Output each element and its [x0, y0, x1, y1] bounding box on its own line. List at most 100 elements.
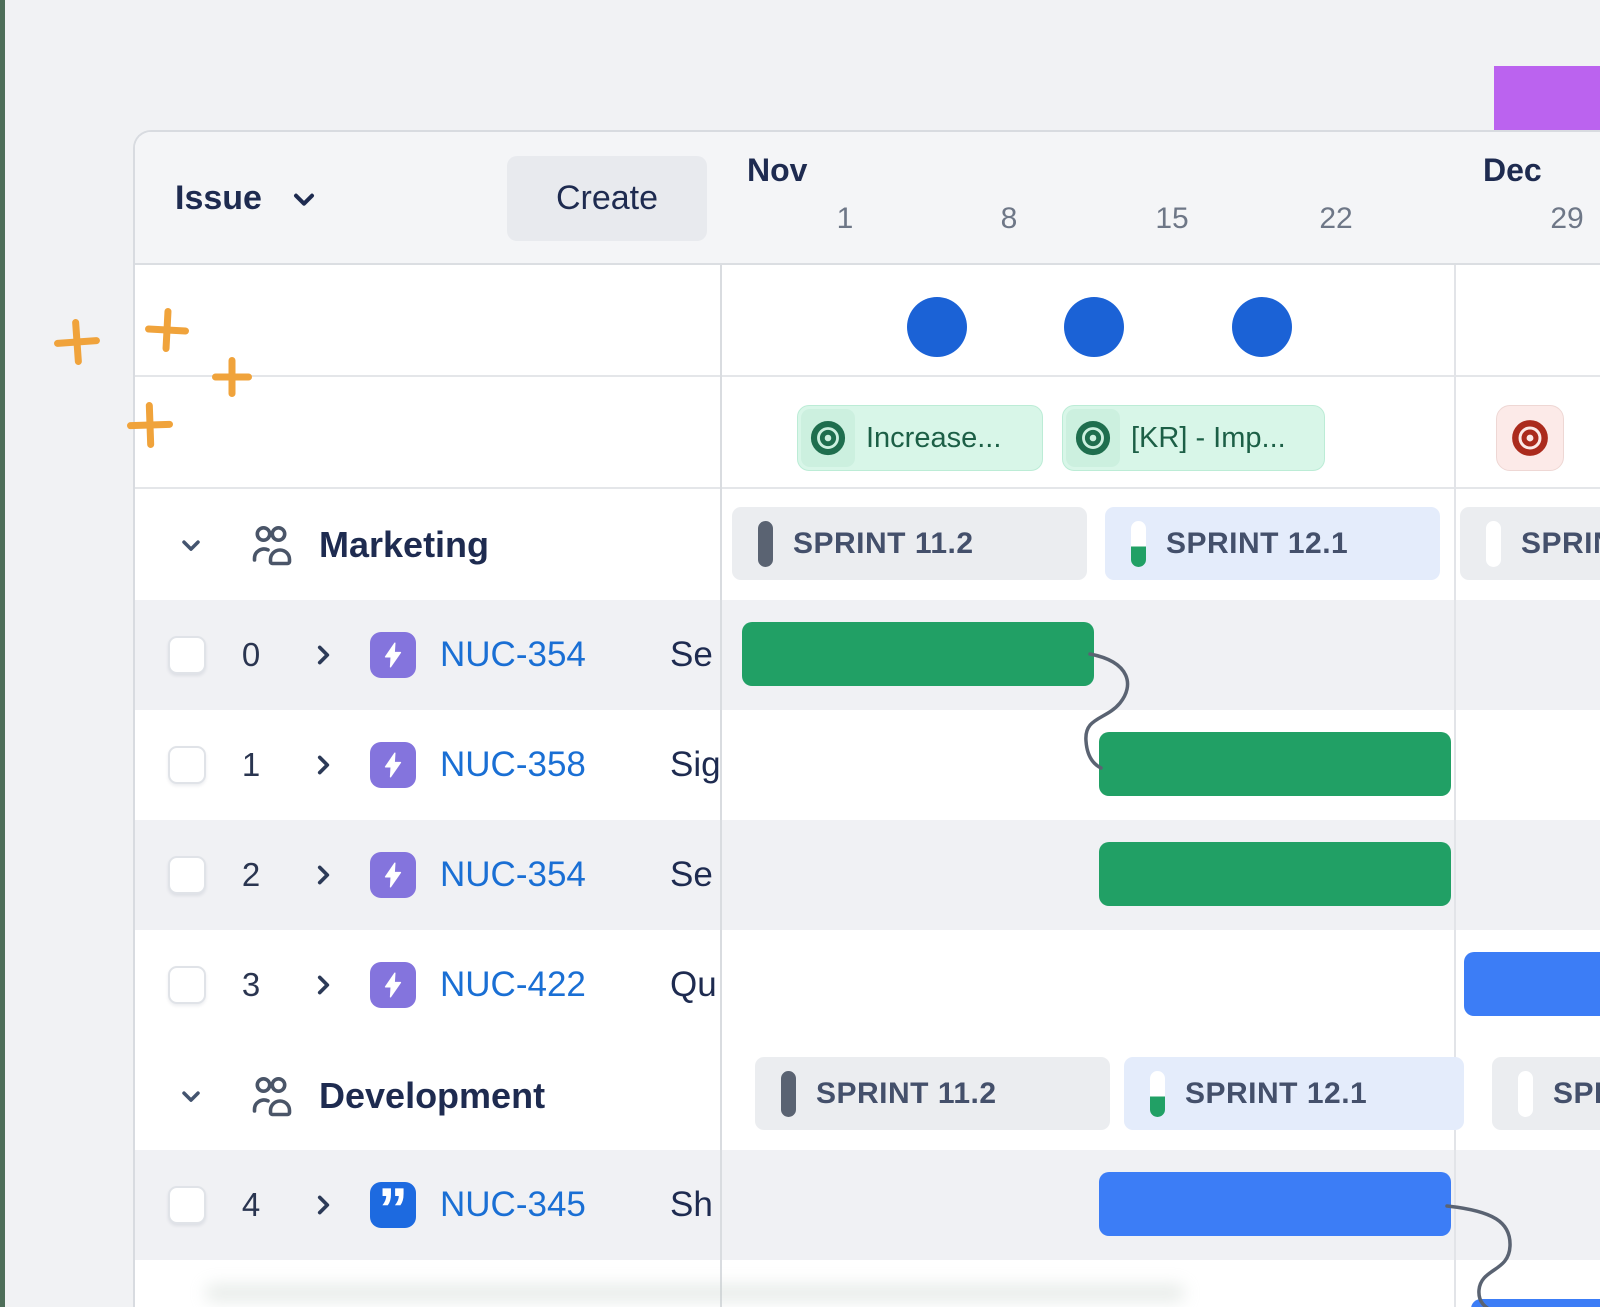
chevron-down-icon: [293, 193, 314, 206]
month-label-dec: Dec: [1483, 152, 1542, 188]
sprint-badge[interactable]: SPRINT 12.1: [1105, 507, 1440, 580]
chevron-right-icon[interactable]: [310, 752, 336, 778]
chevron-right-icon[interactable]: [310, 862, 336, 888]
issue-row[interactable]: 4 ” NUC-345 Sh: [135, 1150, 720, 1260]
target-icon: [1512, 420, 1548, 456]
issue-key-link[interactable]: NUC-358: [440, 745, 614, 785]
left-accent-strip: [0, 0, 5, 1307]
goal-label: [KR] - Imp...: [1131, 421, 1286, 454]
release-dot[interactable]: [907, 297, 967, 357]
release-dots-row: [135, 265, 1600, 377]
sprint-status-pill: [781, 1070, 796, 1117]
row-checkbox[interactable]: [168, 746, 206, 784]
chevron-down-icon[interactable]: [177, 531, 205, 559]
team-icon: [247, 1072, 295, 1120]
row-index: 4: [241, 1186, 261, 1223]
release-dot[interactable]: [1064, 297, 1124, 357]
issue-dropdown-label: Issue: [175, 179, 262, 217]
epic-icon: [370, 742, 416, 788]
row-checkbox[interactable]: [168, 966, 206, 1004]
sprint-badge[interactable]: SPRINT: [1460, 507, 1600, 580]
row-index: 2: [241, 856, 261, 893]
sprint-label: SPRINT 12.1: [1166, 526, 1349, 560]
issue-summary: Sig: [670, 745, 720, 784]
epic-icon: [370, 852, 416, 898]
group-name: Marketing: [319, 523, 490, 565]
issue-summary: Se: [670, 635, 713, 674]
issue-key-link[interactable]: NUC-345: [440, 1185, 614, 1225]
week-tick: 8: [1000, 202, 1018, 235]
sprint-label: SPRINT 11.2: [816, 1076, 997, 1110]
row-index: 1: [241, 746, 261, 783]
row-index: 0: [241, 636, 261, 673]
sprint-status-pill: [1150, 1070, 1165, 1117]
gantt-bar-blue[interactable]: [1471, 1299, 1600, 1307]
week-tick: 29: [1550, 202, 1584, 235]
release-dot[interactable]: [1232, 297, 1292, 357]
issue-summary: Sh: [670, 1185, 713, 1224]
sprint-status-pill: [1131, 520, 1146, 567]
goal-badge[interactable]: Increase...: [797, 405, 1043, 471]
month-gridline-dec: [1454, 132, 1456, 1307]
issue-row[interactable]: 0 NUC-354 Se: [135, 600, 720, 710]
sprint-label: SPRINT: [1553, 1076, 1600, 1110]
chevron-right-icon[interactable]: [310, 972, 336, 998]
epic-icon: [370, 962, 416, 1008]
goal-badge[interactable]: [KR] - Imp...: [1062, 405, 1325, 471]
gantt-bar-green[interactable]: [1099, 842, 1451, 906]
issue-key-link[interactable]: NUC-354: [440, 635, 614, 675]
sprint-status-pill: [1486, 520, 1501, 567]
create-button[interactable]: Create: [507, 156, 707, 241]
issue-row[interactable]: 2 NUC-354 Se: [135, 820, 720, 930]
gantt-bar-green[interactable]: [1099, 732, 1451, 796]
chevron-right-icon[interactable]: [310, 642, 336, 668]
row-checkbox[interactable]: [168, 856, 206, 894]
issue-summary: Se: [670, 855, 713, 894]
sparkle-icon: [144, 307, 190, 353]
group-row-marketing[interactable]: Marketing: [135, 489, 720, 600]
pane-divider[interactable]: [720, 132, 722, 1307]
issue-key-link[interactable]: NUC-422: [440, 965, 614, 1005]
sparkle-icon: [126, 401, 174, 449]
row-checkbox[interactable]: [168, 636, 206, 674]
group-row-development[interactable]: Development: [135, 1040, 720, 1151]
purple-accent-shape: [1494, 66, 1600, 134]
week-tick: 1: [836, 202, 854, 235]
sprint-badge[interactable]: SPRINT 11.2: [732, 507, 1087, 580]
chevron-down-icon[interactable]: [177, 1082, 205, 1110]
timeline-panel: Issue Create Nov Dec 1 8 15 22 29 Increa…: [133, 130, 1600, 1307]
month-label-nov: Nov: [747, 152, 808, 188]
chevron-right-icon[interactable]: [310, 1192, 336, 1218]
gantt-bar-green[interactable]: [742, 622, 1094, 686]
blurred-next-row: [205, 1284, 1185, 1302]
gantt-bar-blue[interactable]: [1099, 1172, 1451, 1236]
issue-type-dropdown[interactable]: Issue: [175, 132, 320, 265]
goal-label: Increase...: [866, 421, 1002, 454]
sprint-status-pill: [1518, 1070, 1533, 1117]
sprint-label: SPRINT 11.2: [793, 526, 974, 560]
row-index: 3: [241, 966, 261, 1003]
team-icon: [247, 521, 295, 569]
issue-summary: Qu: [670, 965, 717, 1004]
issue-row[interactable]: 1 NUC-358 Sig: [135, 710, 720, 820]
row-checkbox[interactable]: [168, 1186, 206, 1224]
gantt-bar-blue[interactable]: [1464, 952, 1600, 1016]
group-name: Development: [319, 1074, 546, 1116]
sparkle-icon: [212, 357, 252, 397]
panel-header: [135, 132, 1600, 265]
sprint-badge[interactable]: SPRINT 12.1: [1124, 1057, 1464, 1130]
week-tick: 22: [1319, 202, 1353, 235]
sparkle-icon: [52, 317, 101, 366]
create-button-label: Create: [555, 179, 659, 217]
sprint-status-pill: [758, 520, 773, 567]
sprint-label: SPRINT: [1521, 526, 1600, 560]
week-tick: 15: [1155, 202, 1189, 235]
goal-badge-red[interactable]: [1496, 405, 1564, 471]
sprint-badge[interactable]: SPRINT 11.2: [755, 1057, 1110, 1130]
story-quote-icon: ”: [370, 1179, 416, 1239]
issue-key-link[interactable]: NUC-354: [440, 855, 614, 895]
epic-icon: [370, 632, 416, 678]
issue-row[interactable]: 3 NUC-422 Qu: [135, 930, 720, 1040]
sprint-badge[interactable]: SPRINT: [1492, 1057, 1600, 1130]
sprint-label: SPRINT 12.1: [1185, 1076, 1368, 1110]
